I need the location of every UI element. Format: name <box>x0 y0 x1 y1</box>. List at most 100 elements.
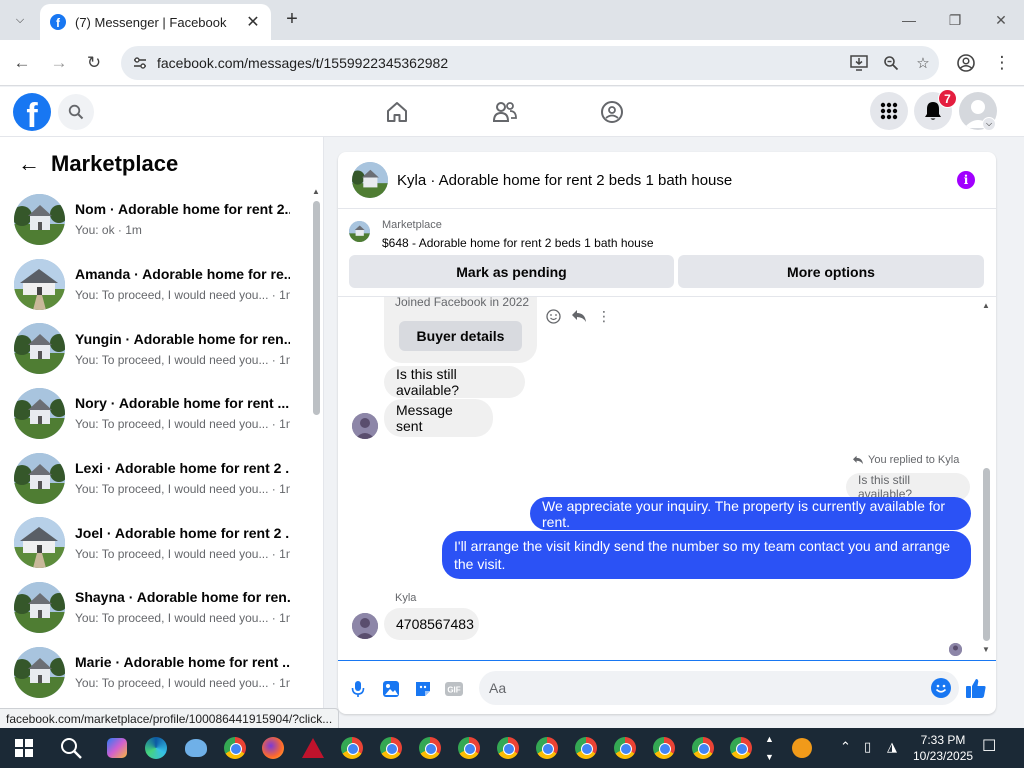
sticker-icon[interactable] <box>413 679 433 699</box>
conversation-item[interactable]: Yungin · Adorable home for ren... You: To… <box>0 316 310 381</box>
taskbar-clock[interactable]: 7:33 PM 10/23/2025 <box>913 732 973 764</box>
listing-thumbnail[interactable] <box>349 221 370 242</box>
new-tab-icon[interactable]: + <box>281 8 303 30</box>
restore-icon[interactable]: ❐ <box>940 8 970 32</box>
notification-center-icon[interactable]: ☐ <box>982 736 996 756</box>
install-app-icon[interactable] <box>843 55 875 71</box>
network-icon[interactable]: ▯ <box>864 739 871 755</box>
facebook-logo-icon[interactable]: f <box>13 93 51 131</box>
chrome-icon[interactable] <box>651 735 677 761</box>
conversation-item[interactable]: Nom · Adorable home for rent 2... You: ok… <box>0 187 310 252</box>
notification-badge: 7 <box>938 89 957 108</box>
browser-menu-icon[interactable]: ⋮ <box>990 51 1014 75</box>
groups-icon[interactable] <box>599 99 625 125</box>
chat-scroll-up-icon[interactable]: ▲ <box>982 301 990 310</box>
conversation-item[interactable]: Joel · Adorable home for rent 2 ... You: … <box>0 510 310 575</box>
sender-avatar[interactable] <box>352 613 378 639</box>
conversation-item[interactable]: Lexi · Adorable home for rent 2 ... You: … <box>0 446 310 511</box>
buyer-details-button[interactable]: Buyer details <box>399 321 522 351</box>
chrome-icon[interactable] <box>339 735 365 761</box>
chrome-icon[interactable] <box>378 735 404 761</box>
info-icon[interactable]: i <box>957 171 975 189</box>
firefox-icon[interactable] <box>260 735 286 761</box>
menu-grid-icon[interactable] <box>870 92 908 130</box>
forward-icon[interactable]: → <box>47 51 71 75</box>
search-icon[interactable] <box>58 94 94 130</box>
account-chevron-icon[interactable]: ⌵ <box>982 117 996 131</box>
message-thread[interactable]: Joined Facebook in 2022 Buyer details ⋮ … <box>338 297 996 660</box>
conversation-name: Nory · Adorable home for rent ... <box>75 395 290 412</box>
chrome-icon[interactable] <box>495 735 521 761</box>
more-actions-icon[interactable]: ⋮ <box>595 307 613 325</box>
app-icon[interactable] <box>300 735 326 761</box>
chrome-icon[interactable] <box>456 735 482 761</box>
zoom-icon[interactable] <box>875 55 907 71</box>
chrome-icon[interactable] <box>417 735 443 761</box>
edge-icon[interactable] <box>143 735 169 761</box>
chat-scroll-thumb[interactable] <box>983 468 990 641</box>
address-bar[interactable]: facebook.com/messages/t/1559922345362982… <box>121 46 939 80</box>
weather-icon[interactable] <box>789 735 815 761</box>
reload-icon[interactable]: ↻ <box>82 51 106 75</box>
chat-scroll-down-icon[interactable]: ▼ <box>982 645 990 654</box>
chat-house-thumbnail[interactable] <box>352 162 388 198</box>
mark-pending-button[interactable]: Mark as pending <box>349 255 674 288</box>
close-window-icon[interactable]: ✕ <box>986 8 1016 32</box>
chrome-icon[interactable] <box>690 735 716 761</box>
tab-close-icon[interactable]: ✕ <box>245 12 261 32</box>
back-icon[interactable]: ← <box>10 51 34 75</box>
conversation-preview: You: To proceed, I would need you... · 1… <box>75 676 290 691</box>
tray-chevron-icon[interactable]: ⌃ <box>840 739 851 755</box>
sidebar-scrollbar[interactable]: ▲ <box>312 187 320 709</box>
profile-icon[interactable] <box>954 51 978 75</box>
gif-icon[interactable]: GIF <box>444 679 464 699</box>
reply-icon[interactable] <box>570 307 588 325</box>
incoming-message[interactable]: 4708567483 <box>384 608 479 640</box>
copilot-icon[interactable] <box>104 735 130 761</box>
chat-title[interactable]: Kyla · Adorable home for rent 2 beds 1 b… <box>397 172 957 189</box>
chrome-icon[interactable] <box>728 735 754 761</box>
house-thumbnail <box>14 193 65 245</box>
sidebar-scroll-thumb[interactable] <box>313 201 320 415</box>
conversation-name: Yungin · Adorable home for ren... <box>75 330 290 347</box>
minimize-icon[interactable]: — <box>894 8 924 32</box>
site-info-icon[interactable] <box>131 54 149 72</box>
chrome-icon[interactable] <box>222 735 248 761</box>
chrome-icon[interactable] <box>534 735 560 761</box>
paint-icon[interactable] <box>183 735 209 761</box>
volume-icon[interactable]: ◮ <box>887 739 897 755</box>
taskbar-search-icon[interactable] <box>58 735 84 761</box>
clock-time: 7:33 PM <box>920 733 966 747</box>
more-options-button[interactable]: More options <box>678 255 984 288</box>
like-thumb-icon[interactable] <box>964 676 988 700</box>
sender-avatar[interactable] <box>352 413 378 439</box>
incoming-message: Message sent <box>384 399 493 437</box>
conversation-preview: You: To proceed, I would need you... · 1… <box>75 417 290 432</box>
back-arrow-icon[interactable]: ← <box>18 151 42 177</box>
url-text[interactable]: facebook.com/messages/t/1559922345362982 <box>157 55 843 71</box>
home-icon[interactable] <box>384 99 410 125</box>
photo-icon[interactable] <box>381 679 401 699</box>
conversation-item[interactable]: Shayna · Adorable home for ren... You: To… <box>0 575 310 640</box>
taskbar-overflow-icon[interactable]: ▲ ▼ <box>765 730 774 766</box>
windows-start-icon[interactable] <box>11 735 37 761</box>
emoji-icon[interactable] <box>931 678 951 698</box>
conversation-item[interactable]: Marie · Adorable home for rent ... You: T… <box>0 640 310 705</box>
friends-icon[interactable] <box>492 99 518 125</box>
bookmark-star-icon[interactable]: ☆ <box>907 54 939 72</box>
scroll-up-icon[interactable]: ▲ <box>312 187 320 196</box>
react-emoji-icon[interactable] <box>544 307 562 325</box>
status-link-preview: facebook.com/marketplace/profile/1000864… <box>0 708 340 728</box>
conversation-item[interactable]: Amanda · Adorable home for re... You: To … <box>0 252 310 317</box>
listing-price[interactable]: $648 - Adorable home for rent 2 beds 1 b… <box>382 236 654 250</box>
microphone-icon[interactable] <box>348 679 368 699</box>
tab-search-icon[interactable]: ⌵ <box>7 7 33 33</box>
browser-tab[interactable]: f (7) Messenger | Facebook ✕ <box>40 4 271 40</box>
house-thumbnail <box>14 258 65 310</box>
conversation-item[interactable]: Nory · Adorable home for rent ... You: To… <box>0 381 310 446</box>
chrome-icon[interactable] <box>612 735 638 761</box>
conversation-name: Marie · Adorable home for rent ... <box>75 654 290 671</box>
message-input[interactable]: Aa <box>479 671 959 705</box>
listing-category: Marketplace <box>382 219 442 231</box>
chrome-icon[interactable] <box>573 735 599 761</box>
